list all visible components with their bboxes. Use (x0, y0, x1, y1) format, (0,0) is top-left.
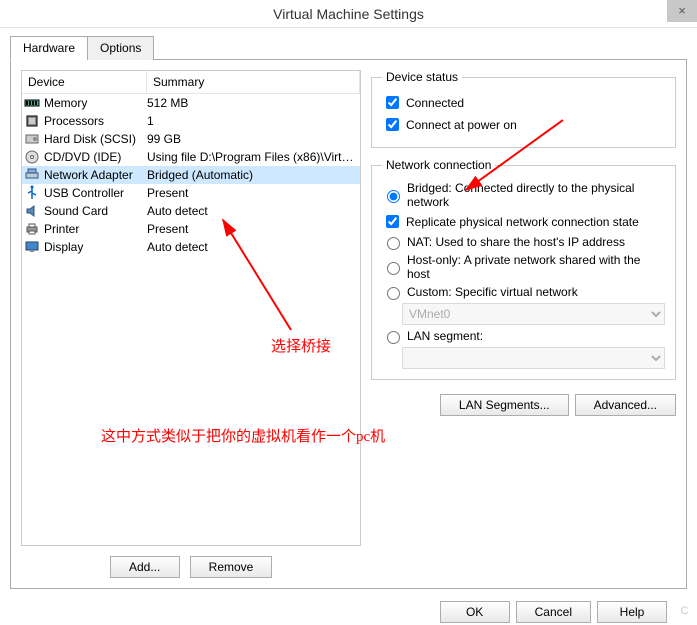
disk-icon (24, 131, 40, 147)
usb-icon (24, 185, 40, 201)
nat-label: NAT: Used to share the host's IP address (407, 235, 625, 249)
device-name: Processors (44, 114, 147, 128)
custom-label: Custom: Specific virtual network (407, 285, 578, 299)
device-table-header: Device Summary (22, 71, 360, 94)
device-summary: 1 (147, 114, 358, 128)
cd-icon (24, 149, 40, 165)
device-row-disk[interactable]: Hard Disk (SCSI)99 GB (22, 130, 360, 148)
device-name: Sound Card (44, 204, 147, 218)
device-name: CD/DVD (IDE) (44, 150, 147, 164)
tab-options[interactable]: Options (87, 36, 154, 60)
network-connection-legend: Network connection (382, 158, 495, 172)
device-row-cd[interactable]: CD/DVD (IDE)Using file D:\Program Files … (22, 148, 360, 166)
replicate-label: Replicate physical network connection st… (406, 215, 639, 229)
cpu-icon (24, 113, 40, 129)
device-name: Display (44, 240, 147, 254)
watermark: C (681, 605, 689, 617)
replicate-input[interactable] (386, 215, 399, 228)
bridged-label: Bridged: Connected directly to the physi… (407, 181, 665, 209)
device-row-sound[interactable]: Sound CardAuto detect (22, 202, 360, 220)
tab-panel-hardware: Device Summary Memory512 MBProcessors1Ha… (10, 59, 687, 589)
custom-input[interactable] (387, 287, 400, 300)
hostonly-label: Host-only: A private network shared with… (407, 253, 665, 281)
device-table: Device Summary Memory512 MBProcessors1Ha… (21, 70, 361, 546)
bridged-radio[interactable]: Bridged: Connected directly to the physi… (382, 181, 665, 209)
hostonly-input[interactable] (387, 262, 400, 275)
device-summary: 512 MB (147, 96, 358, 110)
header-device: Device (22, 71, 147, 93)
lan-input[interactable] (387, 331, 400, 344)
display-icon (24, 239, 40, 255)
net-icon (24, 167, 40, 183)
hostonly-radio[interactable]: Host-only: A private network shared with… (382, 253, 665, 281)
tab-strip: Hardware Options (10, 36, 687, 60)
network-extra-buttons: LAN Segments... Advanced... (371, 394, 676, 416)
ok-button[interactable]: OK (440, 601, 510, 623)
device-summary: 99 GB (147, 132, 358, 146)
add-button[interactable]: Add... (110, 556, 180, 578)
device-row-net[interactable]: Network AdapterBridged (Automatic) (22, 166, 360, 184)
network-connection-group: Network connection Bridged: Connected di… (371, 158, 676, 380)
device-summary: Present (147, 186, 358, 200)
custom-select[interactable]: VMnet0 (402, 303, 665, 325)
device-list-panel: Device Summary Memory512 MBProcessors1Ha… (21, 70, 361, 578)
device-status-legend: Device status (382, 70, 462, 84)
help-button[interactable]: Help (597, 601, 667, 623)
device-summary: Using file D:\Program Files (x86)\Virtua… (147, 150, 358, 164)
window-title: Virtual Machine Settings (273, 6, 424, 22)
nat-radio[interactable]: NAT: Used to share the host's IP address (382, 234, 665, 250)
memory-icon (24, 95, 40, 111)
device-summary: Bridged (Automatic) (147, 168, 358, 182)
lan-label: LAN segment: (407, 329, 483, 343)
device-status-group: Device status Connected Connect at power… (371, 70, 676, 148)
lan-select-wrap (402, 347, 665, 369)
header-summary: Summary (147, 71, 360, 93)
dialog-content: Hardware Options Device Summary Memory51… (0, 28, 697, 623)
connect-power-input[interactable] (386, 118, 399, 131)
device-name: Memory (44, 96, 147, 110)
connected-label: Connected (406, 96, 464, 110)
nat-input[interactable] (387, 237, 400, 250)
connect-power-checkbox[interactable]: Connect at power on (382, 115, 665, 134)
dialog-button-bar: OK Cancel Help (10, 589, 687, 623)
replicate-checkbox[interactable]: Replicate physical network connection st… (382, 212, 665, 231)
device-name: Hard Disk (SCSI) (44, 132, 147, 146)
remove-button[interactable]: Remove (190, 556, 273, 578)
device-summary: Auto detect (147, 204, 358, 218)
device-name: USB Controller (44, 186, 147, 200)
title-bar: Virtual Machine Settings × (0, 0, 697, 28)
lan-select[interactable] (402, 347, 665, 369)
device-row-memory[interactable]: Memory512 MB (22, 94, 360, 112)
device-summary: Auto detect (147, 240, 358, 254)
device-row-printer[interactable]: PrinterPresent (22, 220, 360, 238)
lan-radio[interactable]: LAN segment: (382, 328, 665, 344)
bridged-input[interactable] (387, 190, 400, 203)
connected-input[interactable] (386, 96, 399, 109)
device-buttons: Add... Remove (21, 546, 361, 578)
device-row-usb[interactable]: USB ControllerPresent (22, 184, 360, 202)
custom-select-wrap: VMnet0 (402, 303, 665, 325)
device-summary: Present (147, 222, 358, 236)
custom-radio[interactable]: Custom: Specific virtual network (382, 284, 665, 300)
lan-segments-button[interactable]: LAN Segments... (440, 394, 569, 416)
device-detail-panel: Device status Connected Connect at power… (371, 70, 676, 578)
tab-hardware[interactable]: Hardware (10, 36, 88, 60)
connect-power-label: Connect at power on (406, 118, 517, 132)
sound-icon (24, 203, 40, 219)
device-row-cpu[interactable]: Processors1 (22, 112, 360, 130)
advanced-button[interactable]: Advanced... (575, 394, 676, 416)
printer-icon (24, 221, 40, 237)
device-row-display[interactable]: DisplayAuto detect (22, 238, 360, 256)
device-name: Network Adapter (44, 168, 147, 182)
connected-checkbox[interactable]: Connected (382, 93, 665, 112)
close-button[interactable]: × (667, 0, 697, 22)
device-name: Printer (44, 222, 147, 236)
cancel-button[interactable]: Cancel (516, 601, 591, 623)
